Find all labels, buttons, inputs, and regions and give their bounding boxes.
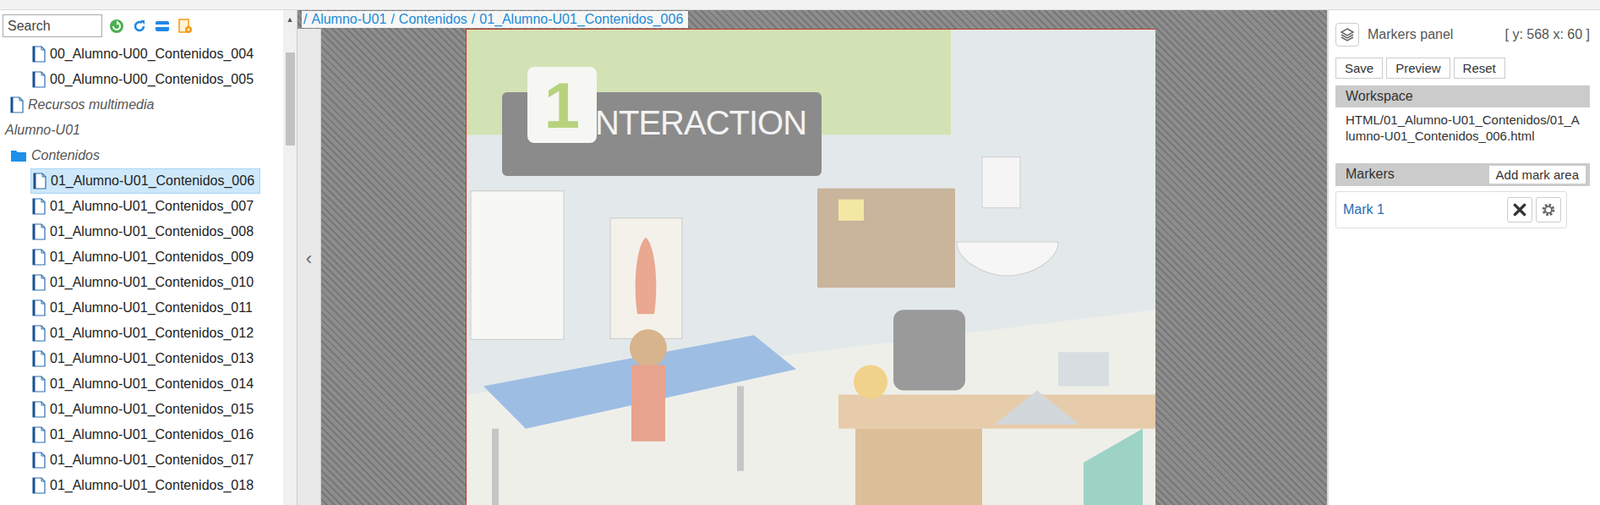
document-settings-icon[interactable] [176, 17, 194, 35]
file-icon [32, 324, 46, 342]
file-icon [10, 96, 24, 114]
breadcrumb-item[interactable]: Alumno-U01 [311, 11, 387, 28]
coordinates: [ y: 568 x: 60 ] [1505, 27, 1591, 43]
reload-icon[interactable] [131, 17, 148, 35]
file-icon [32, 223, 46, 241]
refresh-green-icon[interactable] [108, 17, 126, 35]
panel-title: Markers panel [1367, 27, 1453, 43]
tree-item[interactable]: Alumno-U01 [0, 117, 284, 143]
workspace-header: Workspace [1335, 85, 1590, 108]
app-window: 00_Alumno-U00_Contenidos_004 00_Alumno-U… [0, 0, 1600, 505]
tree-item[interactable]: 00_Alumno-U00_Contenidos_005 [0, 66, 284, 93]
search-input[interactable] [2, 14, 103, 38]
tree-panel: 00_Alumno-U00_Contenidos_004 00_Alumno-U… [0, 10, 298, 505]
file-icon [32, 273, 46, 291]
file-icon [32, 349, 46, 367]
tree-item[interactable]: 01_Alumno-U01_Contenidos_006 [0, 168, 284, 194]
file-icon [32, 476, 46, 494]
file-icon [32, 299, 46, 317]
tree-item[interactable]: 01_Alumno-U01_Contenidos_012 [0, 320, 284, 346]
panel-header: Markers panel [ y: 568 x: 60 ] [1335, 18, 1590, 51]
preview-area: / Alumno-U01/ Contenidos/ 01_Alumno-U01_… [297, 10, 1327, 505]
tree-item[interactable]: 01_Alumno-U01_Contenidos_007 [0, 193, 284, 219]
markers-header: Markers Add mark area [1335, 163, 1590, 186]
collapse-button[interactable]: ‹ [305, 247, 312, 270]
tree-item[interactable]: 01_Alumno-U01_Contenidos_015 [0, 396, 284, 422]
workspace-path: HTML/01_Alumno-U01_Contenidos/01_Alumno-… [1335, 107, 1590, 150]
page-preview: 1 INTERACTION [465, 28, 1156, 505]
delete-button[interactable] [1507, 196, 1533, 223]
panel-button[interactable]: Preview [1386, 57, 1450, 79]
file-icon [32, 425, 46, 443]
marker-label[interactable]: Mark 1 [1343, 202, 1385, 218]
file-icon [32, 70, 46, 88]
tree-item[interactable]: 01_Alumno-U01_Contenidos_011 [0, 294, 284, 321]
markers-panel: Markers panel [ y: 568 x: 60 ] SavePrevi… [1326, 10, 1600, 505]
breadcrumb: / Alumno-U01/ Contenidos/ 01_Alumno-U01_… [301, 10, 689, 28]
unit-number: 1 [527, 66, 597, 143]
tree-item[interactable]: 01_Alumno-U01_Contenidos_008 [0, 218, 284, 245]
file-icon [32, 248, 46, 266]
tree: 00_Alumno-U00_Contenidos_004 00_Alumno-U… [0, 41, 284, 505]
card-icon[interactable] [153, 17, 171, 35]
file-icon [32, 400, 46, 418]
tree-item[interactable]: 01_Alumno-U01_Contenidos_017 [0, 447, 284, 473]
tree-item[interactable]: 01_Alumno-U01_Contenidos_013 [0, 345, 284, 372]
tree-item[interactable]: 01_Alumno-U01_Contenidos_010 [0, 269, 284, 295]
toolbar [0, 10, 284, 42]
file-icon [32, 451, 46, 469]
breadcrumb-item[interactable]: Contenidos [398, 11, 468, 28]
tree-item[interactable]: 01_Alumno-U01_Contenidos_018 [0, 472, 284, 498]
close-icon [1512, 202, 1528, 218]
tree-item[interactable]: 00_Alumno-U00_Contenidos_004 [0, 41, 284, 67]
marker-item[interactable]: Mark 1 [1335, 191, 1568, 229]
collapse-strip[interactable]: ‹ [297, 28, 322, 505]
gear-icon [1540, 202, 1557, 218]
panel-button[interactable]: Save [1335, 57, 1383, 79]
add-mark-area-button[interactable]: Add mark area [1488, 164, 1587, 185]
scroll-up-button[interactable]: ▲ [286, 10, 295, 28]
tree-item[interactable]: 01_Alumno-U01_Contenidos_014 [0, 371, 284, 397]
folder-icon [10, 148, 28, 163]
file-icon [32, 197, 46, 215]
breadcrumb-item[interactable]: 01_Alumno-U01_Contenidos_006 [479, 11, 683, 28]
settings-button[interactable] [1535, 196, 1562, 223]
unit-banner: 1 INTERACTION [502, 66, 822, 176]
file-icon [32, 375, 46, 393]
tree-scrollbar[interactable]: ▲ [283, 10, 297, 505]
file-icon [32, 172, 47, 190]
panel-button[interactable]: Reset [1453, 57, 1506, 79]
tree-item[interactable]: 01_Alumno-U01_Contenidos_016 [0, 421, 284, 448]
tree-item[interactable]: 01_Alumno-U01_Contenidos_009 [0, 244, 284, 270]
scroll-thumb[interactable] [285, 52, 295, 146]
layers-icon [1338, 26, 1356, 44]
tree-item[interactable]: Recursos multimedia [0, 92, 284, 118]
file-icon [32, 45, 46, 63]
tree-item[interactable]: Contenidos [0, 142, 284, 169]
canvas: 1 INTERACTION [321, 28, 1327, 505]
page-header: 1 INTERACTION [502, 66, 822, 176]
layers-button[interactable] [1335, 22, 1360, 47]
top-strip [0, 0, 1600, 11]
